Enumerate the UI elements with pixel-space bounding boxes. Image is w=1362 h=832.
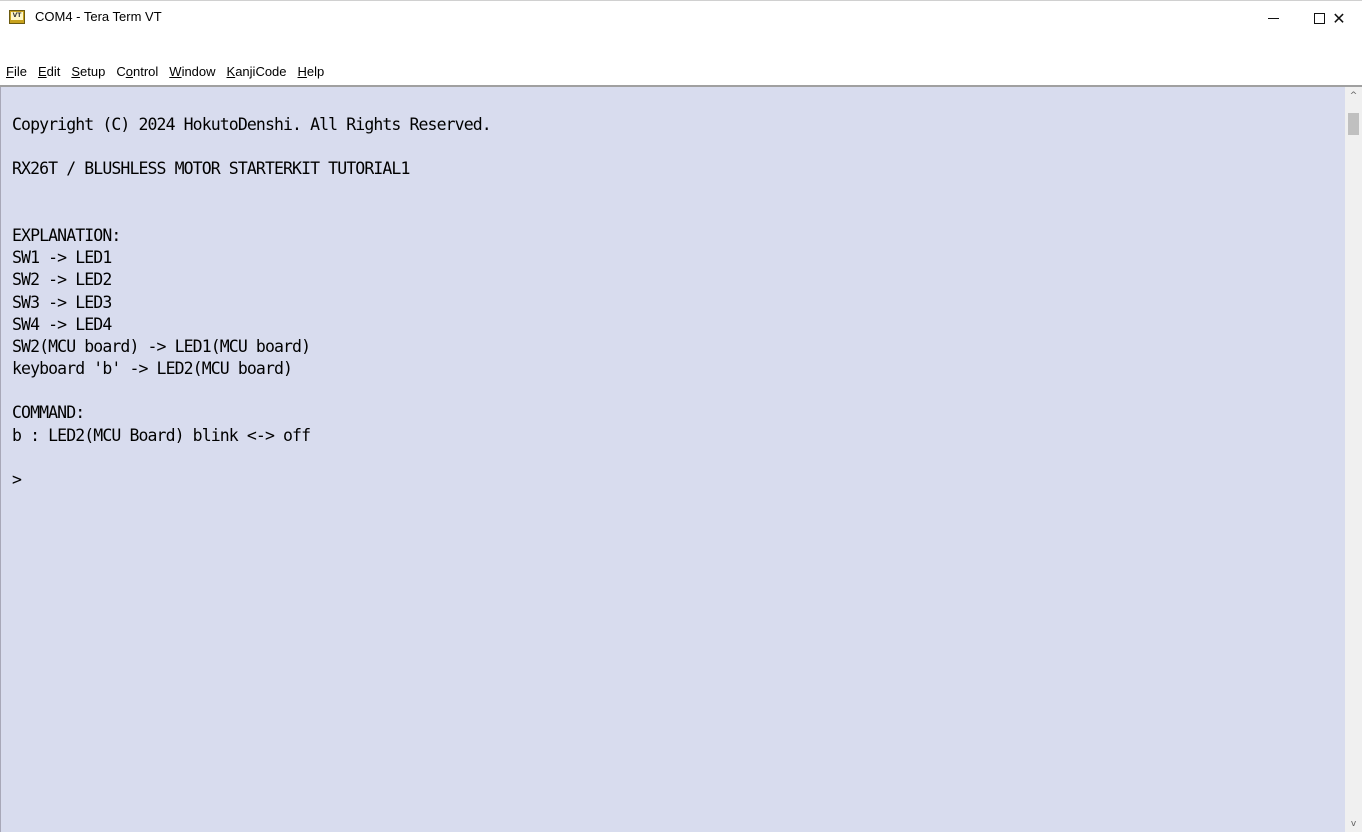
menu-label: ile xyxy=(13,63,27,79)
terminal-area[interactable]: Copyright (C) 2024 HokutoDenshi. All Rig… xyxy=(0,87,1345,832)
menu-kanjicode[interactable]: KanjiCode xyxy=(223,64,291,79)
menu-accelerator: H xyxy=(297,63,307,79)
menu-accelerator: E xyxy=(37,63,47,79)
terminal-line: SW2 -> LED2 xyxy=(12,270,112,290)
menu-edit[interactable]: Edit xyxy=(34,64,64,79)
vertical-scrollbar[interactable]: ^ v xyxy=(1345,87,1362,832)
teraterm-window: VT COM4 - Tera Term VT ✕ File Edit Setup Co… xyxy=(0,0,1362,832)
terminal-line: SW1 -> LED1 xyxy=(12,248,112,268)
terminal-line: > xyxy=(12,470,22,489)
menu-help[interactable]: Help xyxy=(294,64,329,79)
close-icon: ✕ xyxy=(1332,8,1346,28)
scroll-down-icon: v xyxy=(1350,818,1357,829)
scroll-thumb[interactable] xyxy=(1348,113,1359,135)
window-title: COM4 - Tera Term VT xyxy=(35,9,162,24)
menu-window[interactable]: Window xyxy=(165,64,219,79)
menu-label: indow xyxy=(181,63,216,79)
terminal-line: SW4 -> LED4 xyxy=(12,314,112,334)
terminal-line: b : LED2(MCU Board) blink <-> off xyxy=(12,425,311,445)
title-bar[interactable]: VT COM4 - Tera Term VT ✕ xyxy=(0,1,1362,35)
menu-control[interactable]: Control xyxy=(112,64,162,79)
close-button[interactable]: ✕ xyxy=(1316,1,1362,35)
menu-label: dit xyxy=(46,63,61,79)
terminal-line: Copyright (C) 2024 HokutoDenshi. All Rig… xyxy=(12,115,492,134)
vt-icon-label: VT xyxy=(11,12,23,20)
menu-label: ntrol xyxy=(132,63,159,79)
menu-accelerator: S xyxy=(71,63,81,79)
menu-label: anjiCode xyxy=(235,63,287,79)
terminal-line: keyboard 'b' -> LED2(MCU board) xyxy=(12,359,293,379)
terminal-line: SW2(MCU board) -> LED1(MCU board) xyxy=(12,336,311,356)
scroll-down-button[interactable]: v xyxy=(1345,815,1362,832)
teraterm-vt-icon[interactable]: VT xyxy=(9,10,25,24)
terminal-output: Copyright (C) 2024 HokutoDenshi. All Rig… xyxy=(12,114,492,491)
terminal-line: COMMAND: xyxy=(12,403,85,423)
menu-accelerator: W xyxy=(169,63,182,79)
terminal-line: SW3 -> LED3 xyxy=(12,292,112,312)
menu-setup[interactable]: Setup xyxy=(67,64,109,79)
minimize-icon xyxy=(1267,17,1279,19)
minimize-button[interactable] xyxy=(1250,1,1296,35)
menu-accelerator: F xyxy=(6,63,14,79)
terminal-line: EXPLANATION: xyxy=(12,225,121,245)
menu-accelerator: K xyxy=(226,63,236,79)
scroll-up-icon: ^ xyxy=(1349,90,1358,101)
menu-label: elp xyxy=(306,63,325,79)
scroll-up-button[interactable]: ^ xyxy=(1345,87,1362,104)
menu-label: etup xyxy=(80,63,106,79)
terminal-line: RX26T / BLUSHLESS MOTOR STARTERKIT TUTOR… xyxy=(12,159,410,179)
menu-file[interactable]: File xyxy=(2,64,31,79)
menu-label-prefix: C xyxy=(116,63,126,79)
menu-accelerator: o xyxy=(125,63,133,79)
menu-bar: File Edit Setup Control Window KanjiCode Help xyxy=(0,58,1362,84)
